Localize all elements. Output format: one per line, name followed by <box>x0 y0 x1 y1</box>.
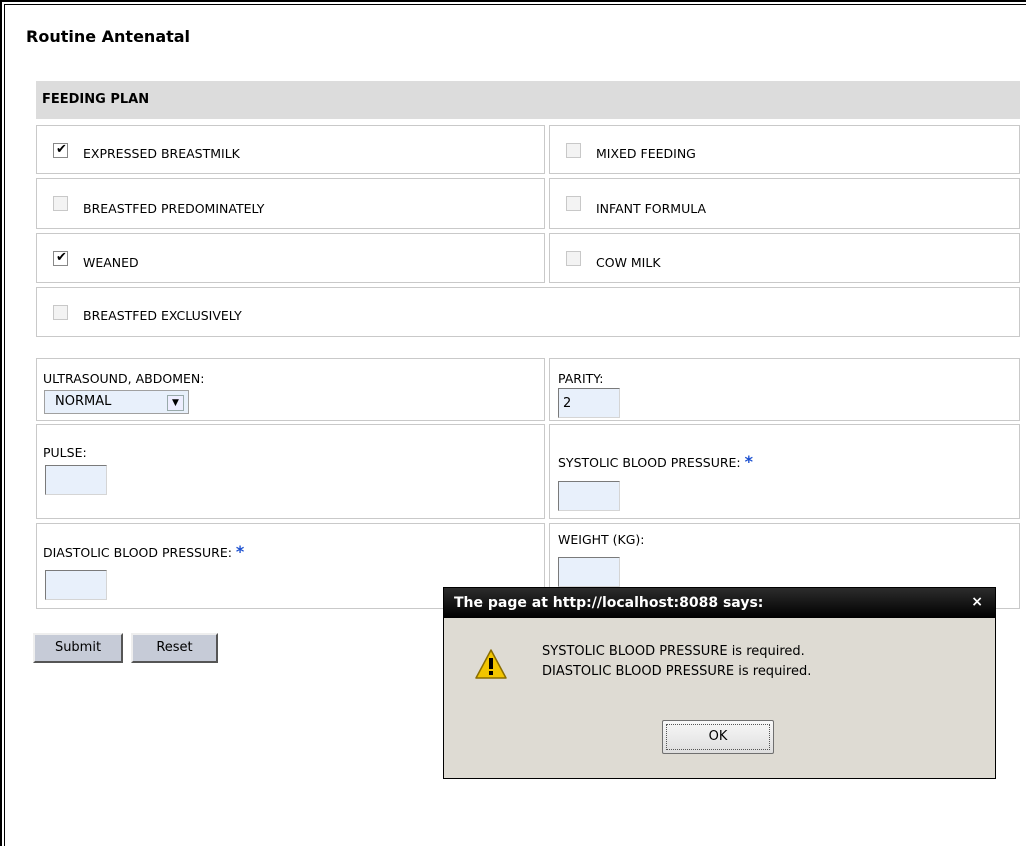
dialog-message-line: DIASTOLIC BLOOD PRESSURE is required. <box>542 664 812 679</box>
feeding-plan-title: FEEDING PLAN <box>42 92 150 107</box>
breastfed-predominately-label: BREASTFED PREDOMINATELY <box>83 201 265 216</box>
infant-formula-checkbox[interactable] <box>566 196 581 211</box>
window-border-left <box>0 0 2 846</box>
dialog-title: The page at http://localhost:8088 says: <box>454 595 764 611</box>
ultrasound-select[interactable]: NORMAL ▼ <box>44 390 189 414</box>
mixed-feeding-label: MIXED FEEDING <box>596 146 696 161</box>
parity-label: PARITY: <box>558 371 604 386</box>
weight-label: WEIGHT (KG): <box>558 532 645 547</box>
parity-input[interactable] <box>558 388 620 418</box>
feeding-option-cell: BREASTFED EXCLUSIVELY <box>36 287 1020 337</box>
feeding-option-cell: INFANT FORMULA <box>549 178 1020 229</box>
required-marker: * <box>744 452 753 471</box>
feeding-plan-header: FEEDING PLAN <box>36 81 1020 119</box>
check-icon: ✔ <box>56 142 67 157</box>
expressed-breastmilk-checkbox[interactable]: ✔ <box>53 142 68 158</box>
dialog-titlebar[interactable]: The page at http://localhost:8088 says: … <box>444 588 995 618</box>
ultrasound-selected-value: NORMAL <box>55 394 112 409</box>
window-border-top-inner <box>4 4 1026 5</box>
feeding-option-cell: COW MILK <box>549 233 1020 283</box>
parity-cell: PARITY: <box>549 358 1020 421</box>
feeding-option-cell: ✔ WEANED <box>36 233 545 283</box>
check-icon: ✔ <box>56 250 67 265</box>
ultrasound-cell: ULTRASOUND, ABDOMEN: NORMAL ▼ <box>36 358 545 421</box>
infant-formula-label: INFANT FORMULA <box>596 201 707 216</box>
systolic-label-text: SYSTOLIC BLOOD PRESSURE: <box>558 455 741 470</box>
cow-milk-checkbox[interactable] <box>566 251 581 266</box>
systolic-cell: SYSTOLIC BLOOD PRESSURE: * <box>549 424 1020 519</box>
systolic-input[interactable] <box>558 481 620 511</box>
page-title: Routine Antenatal <box>26 27 191 46</box>
diastolic-input[interactable] <box>45 570 107 600</box>
feeding-option-cell: BREASTFED PREDOMINATELY <box>36 178 545 229</box>
ok-button[interactable]: OK <box>662 720 774 754</box>
expressed-breastmilk-label: EXPRESSED BREASTMILK <box>83 146 240 161</box>
weight-input[interactable] <box>558 557 620 587</box>
systolic-label: SYSTOLIC BLOOD PRESSURE: * <box>558 452 753 471</box>
cow-milk-label: COW MILK <box>596 255 661 270</box>
mixed-feeding-checkbox[interactable] <box>566 143 581 158</box>
pulse-label: PULSE: <box>43 445 87 460</box>
pulse-input[interactable] <box>45 465 107 495</box>
ultrasound-label: ULTRASOUND, ABDOMEN: <box>43 371 205 386</box>
submit-button[interactable]: Submit <box>33 633 123 663</box>
alert-dialog: The page at http://localhost:8088 says: … <box>443 587 996 779</box>
warning-icon <box>475 649 507 679</box>
diastolic-label: DIASTOLIC BLOOD PRESSURE: * <box>43 542 244 561</box>
breastfed-predominately-checkbox[interactable] <box>53 196 68 211</box>
window-border-left-inner <box>4 4 5 846</box>
diastolic-label-text: DIASTOLIC BLOOD PRESSURE: <box>43 545 232 560</box>
reset-button[interactable]: Reset <box>131 633 218 663</box>
pulse-cell: PULSE: <box>36 424 545 519</box>
breastfed-exclusively-label: BREASTFED EXCLUSIVELY <box>83 308 242 323</box>
chevron-down-icon[interactable]: ▼ <box>167 395 184 411</box>
weaned-label: WEANED <box>83 255 139 270</box>
required-marker: * <box>235 542 245 561</box>
feeding-option-cell: MIXED FEEDING <box>549 125 1020 174</box>
close-icon[interactable]: × <box>971 594 983 610</box>
breastfed-exclusively-checkbox[interactable] <box>53 305 68 320</box>
window-border-top <box>0 0 1026 2</box>
weaned-checkbox[interactable]: ✔ <box>53 250 68 266</box>
feeding-option-cell: ✔ EXPRESSED BREASTMILK <box>36 125 545 174</box>
dialog-message-line: SYSTOLIC BLOOD PRESSURE is required. <box>542 644 805 659</box>
